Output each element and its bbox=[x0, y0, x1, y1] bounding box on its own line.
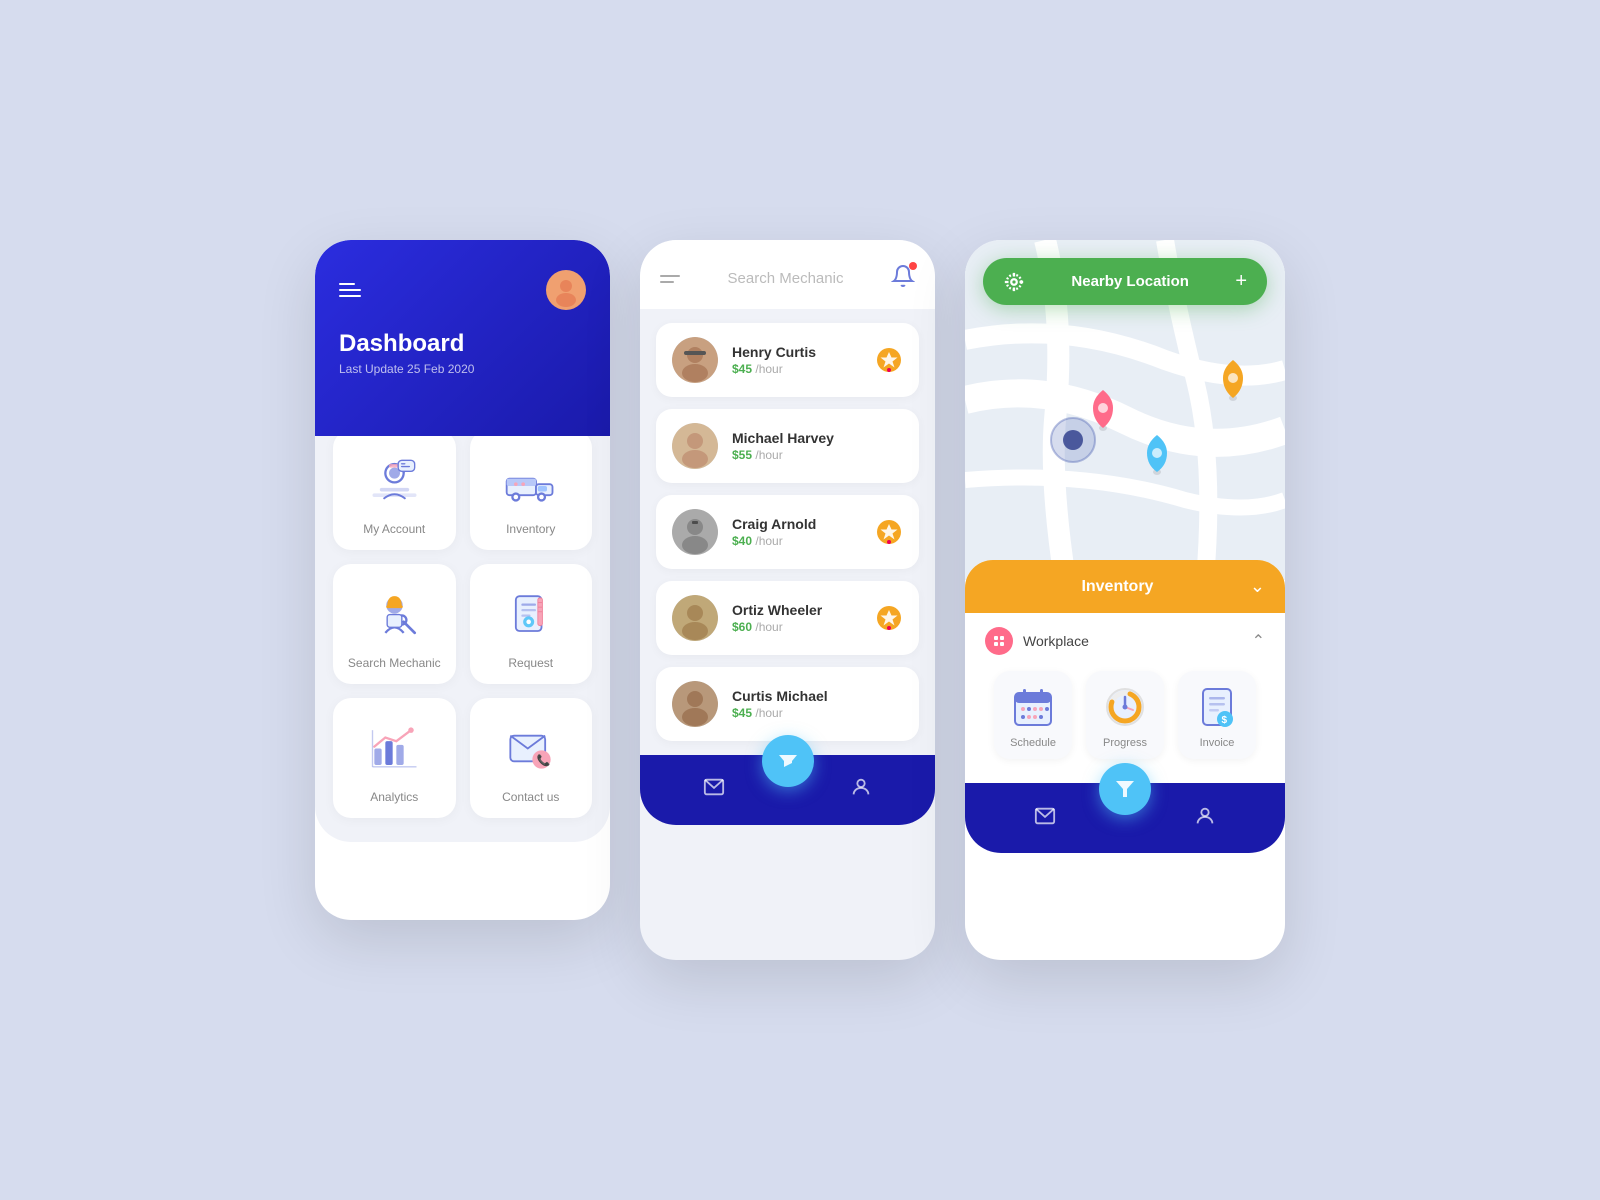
dashboard-header: Dashboard Last Update 25 Feb 2020 bbox=[315, 240, 610, 436]
avatar bbox=[672, 595, 718, 641]
contact-icon: 📞 bbox=[501, 718, 561, 778]
mechanic-info: Curtis Michael $45 /hour bbox=[732, 688, 861, 720]
workplace-left: Workplace bbox=[985, 627, 1089, 655]
workplace-cards: Schedule bbox=[985, 671, 1265, 759]
mechanic-card[interactable]: Ortiz Wheeler $60 /hour bbox=[656, 581, 919, 655]
mechanic-rate: $60 /hour bbox=[732, 620, 861, 634]
search-header: Search Mechanic bbox=[640, 240, 935, 309]
mechanic-name: Craig Arnold bbox=[732, 516, 861, 532]
mechanic-card[interactable]: Michael Harvey $55 /hour bbox=[656, 409, 919, 483]
request-icon bbox=[501, 584, 561, 644]
filter-fab-button[interactable] bbox=[762, 735, 814, 787]
workplace-section: Workplace ⌃ bbox=[965, 613, 1285, 773]
inventory-title: Inventory bbox=[985, 578, 1250, 596]
menu-card-inventory[interactable]: Inventory bbox=[470, 430, 593, 550]
mechanic-name: Michael Harvey bbox=[732, 430, 861, 446]
mechanic-card[interactable]: Curtis Michael $45 /hour bbox=[656, 667, 919, 741]
invoice-card[interactable]: $ Invoice bbox=[1178, 671, 1256, 759]
menu-grid: My Account bbox=[333, 430, 592, 818]
menu-label-inventory: Inventory bbox=[506, 522, 555, 536]
menu-card-search-mechanic[interactable]: Search Mechanic bbox=[333, 564, 456, 684]
svg-text:📞: 📞 bbox=[537, 753, 551, 767]
mechanic-name: Curtis Michael bbox=[732, 688, 861, 704]
user-nav-icon-3[interactable] bbox=[1194, 805, 1216, 832]
bottom-nav-3 bbox=[965, 783, 1285, 853]
mechanic-info: Michael Harvey $55 /hour bbox=[732, 430, 861, 462]
bottom-nav bbox=[640, 755, 935, 825]
schedule-card[interactable]: Schedule bbox=[994, 671, 1072, 759]
avatar bbox=[672, 681, 718, 727]
my-account-icon bbox=[364, 450, 424, 510]
avatar bbox=[672, 423, 718, 469]
invoice-icon: $ bbox=[1195, 685, 1239, 729]
inventory-panel: Inventory ⌄ Workplace bbox=[965, 560, 1285, 773]
progress-label: Progress bbox=[1103, 737, 1147, 749]
mail-nav-icon[interactable] bbox=[703, 776, 725, 804]
chevron-up-icon[interactable]: ⌃ bbox=[1252, 631, 1265, 651]
mechanic-name: Henry Curtis bbox=[732, 344, 861, 360]
hamburger-menu-icon[interactable] bbox=[339, 279, 361, 301]
nearby-location-label: Nearby Location bbox=[1037, 273, 1223, 290]
phone-map: Nearby Location + Inventory ⌄ bbox=[965, 240, 1285, 960]
menu-card-analytics[interactable]: Analytics bbox=[333, 698, 456, 818]
search-placeholder-text: Search Mechanic bbox=[728, 270, 844, 287]
dashboard-body: My Account bbox=[315, 406, 610, 842]
workplace-icon bbox=[985, 627, 1013, 655]
search-hamburger-icon[interactable] bbox=[660, 271, 680, 287]
badge-icon bbox=[875, 604, 903, 632]
mechanic-rate: $45 /hour bbox=[732, 362, 861, 376]
avatar bbox=[672, 509, 718, 555]
schedule-icon bbox=[1011, 685, 1055, 729]
mechanic-rate: $55 /hour bbox=[732, 448, 861, 462]
inventory-header[interactable]: Inventory ⌄ bbox=[965, 560, 1285, 613]
menu-card-request[interactable]: Request bbox=[470, 564, 593, 684]
phones-container: Dashboard Last Update 25 Feb 2020 bbox=[315, 240, 1285, 960]
mechanic-card[interactable]: Henry Curtis $45 /hour bbox=[656, 323, 919, 397]
mechanic-rate: $40 /hour bbox=[732, 534, 861, 548]
avatar[interactable] bbox=[546, 270, 586, 310]
filter-fab-button-3[interactable] bbox=[1099, 763, 1151, 815]
dashboard-subtitle: Last Update 25 Feb 2020 bbox=[339, 362, 586, 376]
chevron-down-icon: ⌄ bbox=[1250, 576, 1265, 597]
mechanic-card[interactable]: Craig Arnold $40 /hour bbox=[656, 495, 919, 569]
schedule-label: Schedule bbox=[1010, 737, 1056, 749]
dashboard-title: Dashboard bbox=[339, 330, 586, 358]
workplace-name: Workplace bbox=[1023, 633, 1089, 649]
mechanic-info: Craig Arnold $40 /hour bbox=[732, 516, 861, 548]
mail-nav-icon-3[interactable] bbox=[1034, 805, 1056, 832]
bell-icon[interactable] bbox=[891, 264, 915, 293]
menu-card-contact[interactable]: 📞 Contact us bbox=[470, 698, 593, 818]
mechanic-info: Ortiz Wheeler $60 /hour bbox=[732, 602, 861, 634]
badge-icon bbox=[875, 518, 903, 546]
mechanic-info: Henry Curtis $45 /hour bbox=[732, 344, 861, 376]
notification-dot bbox=[909, 262, 917, 270]
analytics-icon bbox=[364, 718, 424, 778]
menu-label-request: Request bbox=[508, 656, 553, 670]
menu-card-my-account[interactable]: My Account bbox=[333, 430, 456, 550]
workplace-header: Workplace ⌃ bbox=[985, 627, 1265, 655]
avatar bbox=[672, 337, 718, 383]
badge-icon bbox=[875, 346, 903, 374]
mechanic-list: Henry Curtis $45 /hour bbox=[640, 309, 935, 755]
map-area: Nearby Location + bbox=[965, 240, 1285, 580]
menu-label-analytics: Analytics bbox=[370, 790, 418, 804]
phone-dashboard: Dashboard Last Update 25 Feb 2020 bbox=[315, 240, 610, 920]
nearby-location-button[interactable]: Nearby Location + bbox=[983, 258, 1267, 305]
plus-icon[interactable]: + bbox=[1235, 270, 1247, 293]
progress-icon bbox=[1103, 685, 1147, 729]
user-nav-icon[interactable] bbox=[850, 776, 872, 804]
menu-label-contact: Contact us bbox=[502, 790, 559, 804]
invoice-label: Invoice bbox=[1200, 737, 1235, 749]
mechanic-name: Ortiz Wheeler bbox=[732, 602, 861, 618]
progress-card[interactable]: Progress bbox=[1086, 671, 1164, 759]
menu-label-my-account: My Account bbox=[363, 522, 425, 536]
inventory-icon bbox=[501, 450, 561, 510]
search-mechanic-icon bbox=[364, 584, 424, 644]
menu-label-search-mechanic: Search Mechanic bbox=[348, 656, 441, 670]
mechanic-rate: $45 /hour bbox=[732, 706, 861, 720]
phone-search: Search Mechanic bbox=[640, 240, 935, 960]
svg-text:$: $ bbox=[1222, 715, 1228, 726]
